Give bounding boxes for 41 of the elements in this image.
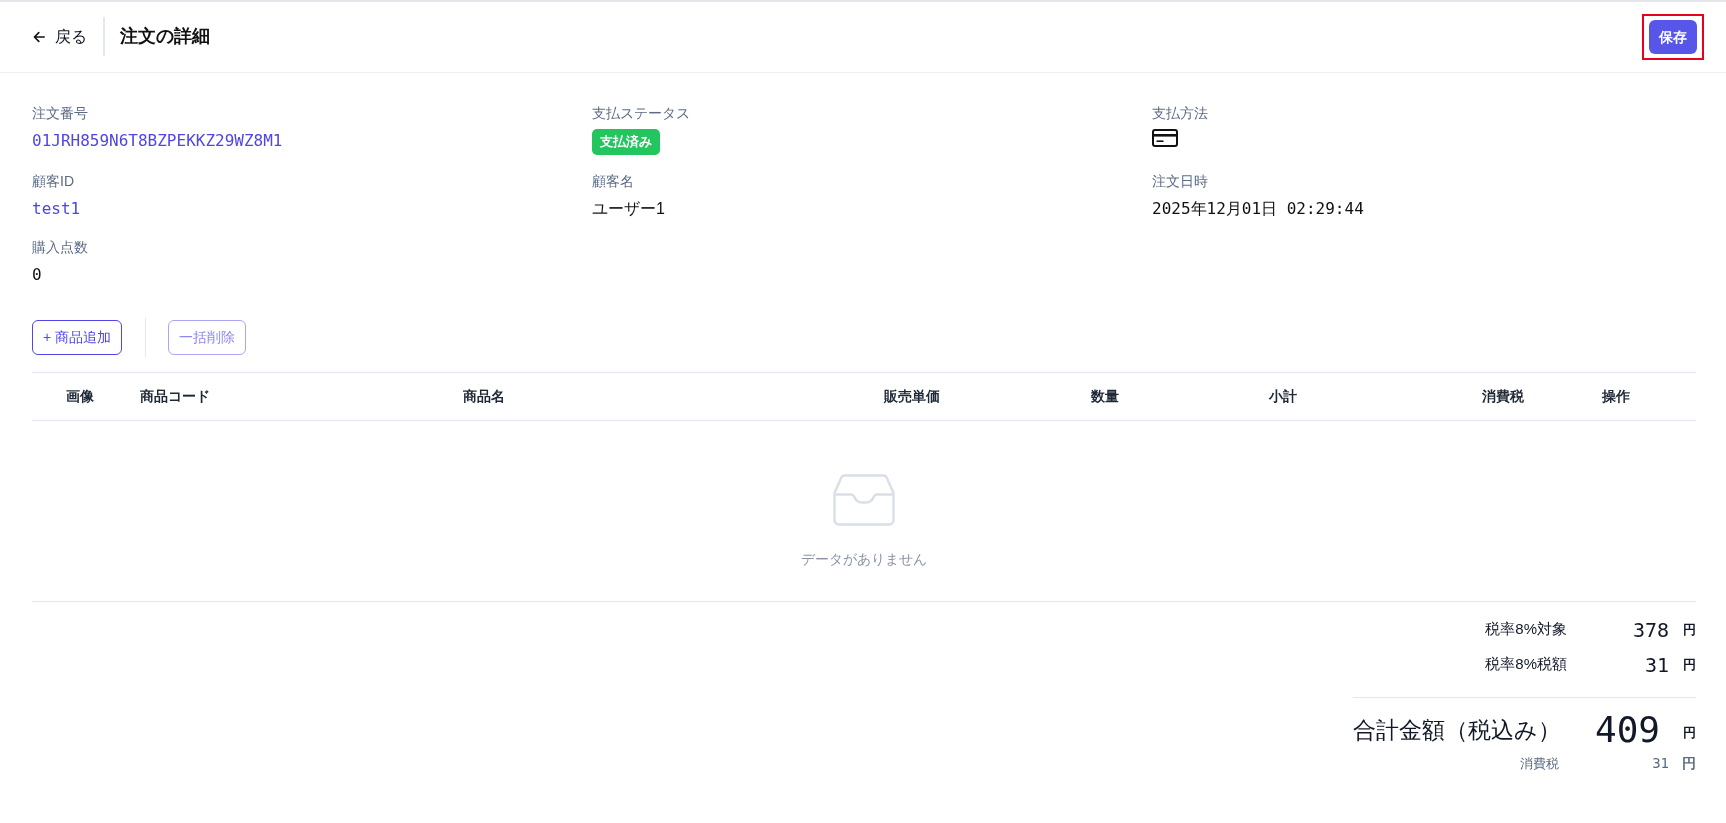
tax-amount: 31 [1652, 754, 1669, 771]
empty-message: データがありません [801, 550, 927, 569]
back-button[interactable]: 戻る [33, 25, 87, 49]
credit-card-icon [1152, 129, 1178, 147]
field-value: 2025年12月01日 02:29:44 [1152, 198, 1364, 220]
currency-unit: 円 [1682, 620, 1696, 639]
back-arrow-icon [33, 31, 45, 43]
column-header: 画像 [32, 372, 128, 421]
currency-unit: 円 [1682, 655, 1696, 674]
field-label: 顧客ID [32, 172, 74, 191]
field-label: 注文番号 [32, 104, 88, 123]
field-label: 購入点数 [32, 238, 88, 257]
grand-total-label: 合計金額（税込み） [1353, 716, 1561, 743]
column-header: 操作 [1536, 372, 1696, 421]
column-header: 数量 [952, 372, 1131, 421]
currency-unit: 円 [1682, 724, 1696, 743]
value-link[interactable]: 01JRH859N6T8BZPEKKZ29WZ8M1 [32, 131, 283, 150]
page-title: 注文の詳細 [120, 26, 210, 48]
field-label: 支払ステータス [592, 104, 690, 123]
column-header: 商品名 [451, 372, 800, 421]
status-badge: 支払済み [592, 129, 660, 155]
subtotal-amount: 378 [1632, 617, 1669, 642]
column-header: 小計 [1131, 372, 1309, 421]
field-value: 0 [32, 264, 42, 286]
subtotal-label: 税率8%対象 [1485, 620, 1567, 638]
currency-unit: 円 [1682, 753, 1696, 773]
field-label: 顧客名 [592, 172, 634, 191]
tax-label: 消費税 [1520, 755, 1559, 771]
field-label: 注文日時 [1152, 172, 1208, 191]
grand-total-amount: 409 [1594, 709, 1660, 750]
subtotal-amount: 31 [1644, 652, 1669, 677]
subtotal-label: 税率8%税額 [1485, 655, 1567, 673]
column-header: 販売単価 [800, 372, 952, 421]
field-value: ユーザー1 [592, 199, 665, 219]
add-product-button[interactable]: + 商品追加 [32, 320, 123, 355]
save-button[interactable]: 保存 [1649, 20, 1697, 54]
empty-tray-icon [832, 473, 896, 527]
field-label: 支払方法 [1152, 104, 1208, 123]
column-header: 消費税 [1309, 372, 1536, 421]
value-link[interactable]: test1 [32, 199, 81, 218]
column-header: 商品コード [128, 372, 451, 421]
